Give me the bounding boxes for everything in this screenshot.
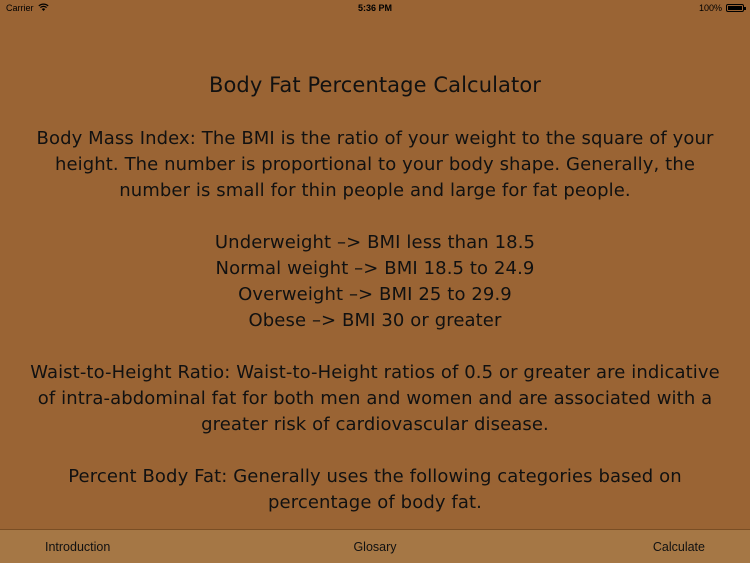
glossary-content: Body Fat Percentage Calculator Body Mass… <box>20 72 730 542</box>
whr-paragraph: Waist-to-Height Ratio: Waist-to-Height r… <box>20 360 730 438</box>
pbf-paragraph: Percent Body Fat: Generally uses the fol… <box>20 464 730 516</box>
bmi-line: height. The number is proportional to yo… <box>54 154 696 175</box>
whr-line: of intra-abdominal fat for both men and … <box>37 388 713 409</box>
pbf-line: Percent Body Fat: Generally uses the fol… <box>68 466 682 487</box>
bmi-line: Body Mass Index: The BMI is the ratio of… <box>36 128 714 149</box>
status-bar: Carrier 5:36 PM 100% <box>0 0 750 16</box>
bmi-category: Normal weight –> BMI 18.5 to 24.9 <box>215 258 535 279</box>
bmi-paragraph: Body Mass Index: The BMI is the ratio of… <box>20 126 730 204</box>
bmi-category: Underweight –> BMI less than 18.5 <box>214 232 536 253</box>
pbf-line: percentage of body fat. <box>268 492 482 513</box>
bmi-category: Obese –> BMI 30 or greater <box>248 310 502 331</box>
bmi-line: number is small for thin people and larg… <box>119 180 631 201</box>
battery-percent: 100% <box>698 3 722 13</box>
status-right: 100% <box>698 3 746 13</box>
tab-bar: Introduction Glosary Calculate <box>0 529 750 563</box>
bmi-categories: Underweight –> BMI less than 18.5 Normal… <box>20 230 730 334</box>
tab-calculate[interactable]: Calculate <box>653 540 705 554</box>
battery-fill <box>728 6 742 10</box>
page-title: Body Fat Percentage Calculator <box>208 73 542 97</box>
battery-icon <box>726 4 746 12</box>
tab-glosary[interactable]: Glosary <box>0 540 750 554</box>
bmi-category: Overweight –> BMI 25 to 29.9 <box>238 284 512 305</box>
whr-line: Waist-to-Height Ratio: Waist-to-Height r… <box>30 362 720 383</box>
whr-line: greater risk of cardiovascular disease. <box>201 414 549 435</box>
status-time: 5:36 PM <box>357 3 392 13</box>
